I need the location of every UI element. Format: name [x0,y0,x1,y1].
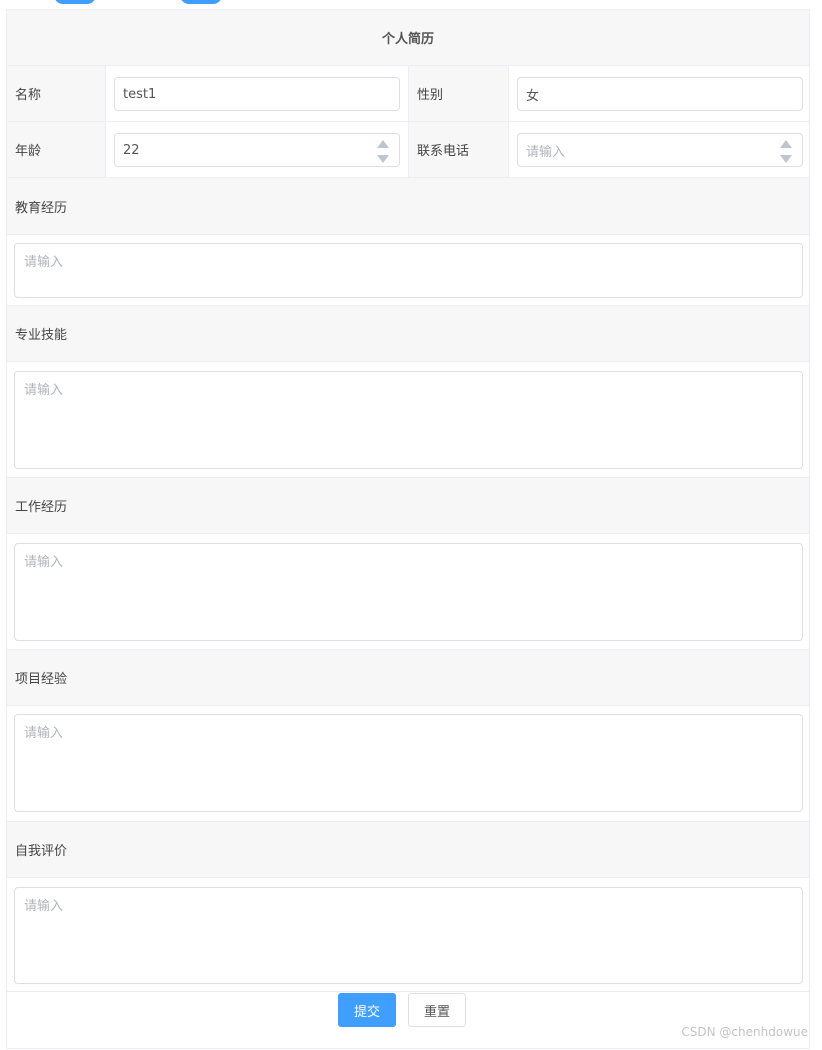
gender-label: 性别 [409,66,509,121]
self-eval-label: 自我评价 [7,822,809,878]
phone-cell: 请输入 [509,122,809,177]
education-row: 请输入 [7,235,809,306]
increase-icon[interactable] [377,140,389,148]
work-textarea[interactable]: 请输入 [14,543,803,641]
phone-input-placeholder: 请输入 [526,144,566,160]
education-label: 教育经历 [7,178,809,235]
age-label: 年龄 [7,122,106,177]
gender-input[interactable]: 女 [517,77,803,111]
self-eval-row: 请输入 [7,878,809,992]
watermark: CSDN @chenhdowue [681,1025,808,1039]
self-eval-textarea[interactable]: 请输入 [14,887,803,984]
reset-button[interactable]: 重置 [408,993,466,1027]
form-title: 个人简历 [381,32,434,47]
name-gender-row: 名称 test1 性别 女 [7,66,809,122]
age-input-value: 22 [123,142,140,158]
project-row: 请输入 [7,706,809,822]
name-input-value: test1 [123,86,157,102]
project-textarea[interactable]: 请输入 [14,714,803,812]
increase-icon[interactable] [780,140,792,148]
phone-input[interactable]: 请输入 [517,133,803,167]
decrease-icon[interactable] [377,155,389,163]
phone-stepper[interactable] [780,138,792,164]
name-input[interactable]: test1 [114,77,400,111]
education-placeholder: 请输入 [24,255,64,270]
toggle-switch[interactable] [180,0,222,4]
project-placeholder: 请输入 [24,726,64,741]
age-phone-row: 年龄 22 联系电话 请输入 [7,122,809,178]
education-textarea[interactable]: 请输入 [14,243,803,298]
age-input[interactable]: 22 [114,133,400,167]
toggle-switch[interactable] [54,0,96,4]
skills-placeholder: 请输入 [24,383,64,398]
age-stepper[interactable] [377,138,389,164]
self-eval-placeholder: 请输入 [24,899,64,914]
age-cell: 22 [106,122,409,177]
resume-form: 个人简历 名称 test1 性别 女 年龄 22 联系电话 请输入 教育经历 请… [6,9,810,1049]
submit-button[interactable]: 提交 [338,993,396,1027]
decrease-icon[interactable] [780,155,792,163]
project-label: 项目经验 [7,650,809,706]
skills-row: 请输入 [7,362,809,478]
gender-cell: 女 [509,66,809,121]
name-cell: test1 [106,66,409,121]
skills-textarea[interactable]: 请输入 [14,371,803,469]
work-row: 请输入 [7,534,809,650]
work-placeholder: 请输入 [24,555,64,570]
gender-input-value: 女 [526,88,540,104]
name-label: 名称 [7,66,106,121]
form-header: 个人简历 [7,10,809,66]
skills-label: 专业技能 [7,306,809,362]
work-label: 工作经历 [7,478,809,534]
phone-label: 联系电话 [409,122,509,177]
